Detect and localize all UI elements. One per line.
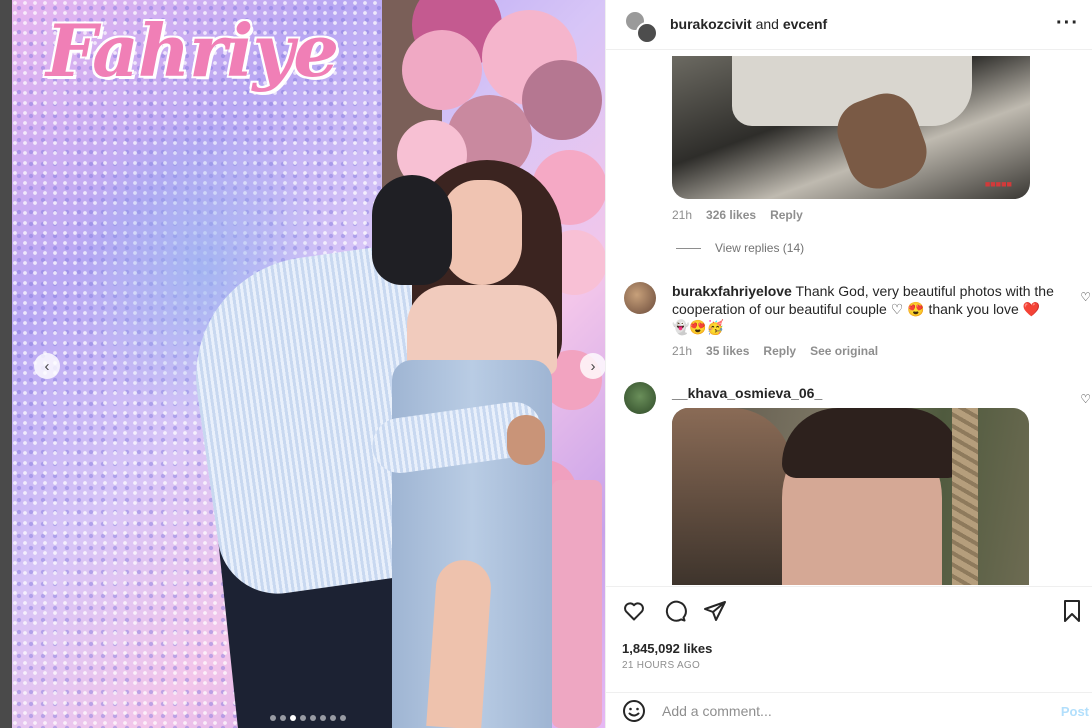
comment-meta: 21h 326 likes Reply [672,208,803,222]
carousel-dot [320,715,326,721]
woman-leg [426,558,493,728]
comment-likes[interactable]: 326 likes [706,208,756,222]
comment-username[interactable]: __khava_osmieva_06_ [672,385,822,401]
more-options-icon[interactable]: ··· [1056,12,1079,35]
comments-list[interactable]: ■■■■■ 21h 326 likes Reply View replies (… [606,50,1092,585]
comment-likes[interactable]: 35 likes [706,344,749,358]
post-photo[interactable]: Fahriye ‹ › [12,0,605,728]
carousel-dot [270,715,276,721]
bookmark-icon[interactable] [1061,599,1083,628]
comment-body: __khava_osmieva_06_ [672,384,1062,402]
comment-body: burakxfahriyelove Thank God, very beauti… [672,282,1062,336]
smiley-icon[interactable] [622,699,646,728]
add-comment-bar: Post [606,692,1092,728]
comment-text: cooperation of our beautiful couple ♡ 😍 … [672,301,1041,317]
carousel-dot [280,715,286,721]
like-count[interactable]: 1,845,092 likes [622,641,712,656]
comment-text: Thank God, very beautiful photos with th… [795,283,1054,299]
carousel-dot [310,715,316,721]
post-actions-bar [606,586,1092,636]
man-head [372,175,452,285]
view-replies-label: View replies (14) [715,241,805,255]
comment-input[interactable] [662,700,1042,722]
comment-time: 21h [672,344,693,358]
post-comment-button[interactable]: Post [1061,704,1089,719]
gif-watermark: ■■■■■ [984,179,1012,189]
carousel-dot [290,715,296,721]
avatar[interactable] [624,282,656,314]
carousel-dot [300,715,306,721]
carousel-indicator [270,715,346,721]
comment-bubble-icon[interactable] [663,599,687,628]
chevron-right-icon: › [590,357,596,375]
man-hand [507,415,545,465]
chevron-left-icon: ‹ [44,357,50,375]
comment-text: 👻😍🥳 [672,319,725,335]
avatar[interactable] [624,382,656,414]
post-header: burakozcivit and evcenf ··· [606,0,1092,50]
author-link[interactable]: evcenf [783,16,827,32]
reply-button[interactable]: Reply [763,344,796,358]
comment-time: 21h [672,208,693,222]
author-link[interactable]: burakozcivit [670,16,752,32]
heart-outline-icon[interactable] [622,599,646,628]
comment-username[interactable]: burakxfahriyelove [672,283,792,299]
neon-name-sign: Fahriye [46,8,339,93]
carousel-next-button[interactable]: › [580,353,605,379]
collab-avatars[interactable] [624,10,658,44]
reply-button[interactable]: Reply [770,208,803,222]
carousel-dot [330,715,336,721]
comment-like-icon[interactable]: ♡ [1080,392,1091,406]
author-joiner: and [755,16,779,32]
comment-meta: 21h 35 likes Reply See original [672,344,878,358]
see-original-button[interactable]: See original [810,344,878,358]
woman-face [442,180,522,285]
carousel-dot [340,715,346,721]
comment-gif [672,408,1029,585]
post-timestamp[interactable]: 21 HOURS AGO [622,660,700,671]
paper-plane-icon[interactable] [703,599,727,628]
post-side-panel: burakozcivit and evcenf ··· ■■■■■ 21h 32… [605,0,1092,728]
view-replies-button[interactable]: View replies (14) [676,241,804,255]
carousel-prev-button[interactable]: ‹ [34,353,60,379]
avatar [636,22,658,44]
comment-like-icon[interactable]: ♡ [1080,290,1091,304]
post-authors: burakozcivit and evcenf [670,16,827,32]
backdrop-edge [0,0,12,728]
instagram-post-modal: Fahriye ‹ › burakozcivit and evcenf ··· … [0,0,1092,728]
comment-gif: ■■■■■ [672,56,1030,199]
